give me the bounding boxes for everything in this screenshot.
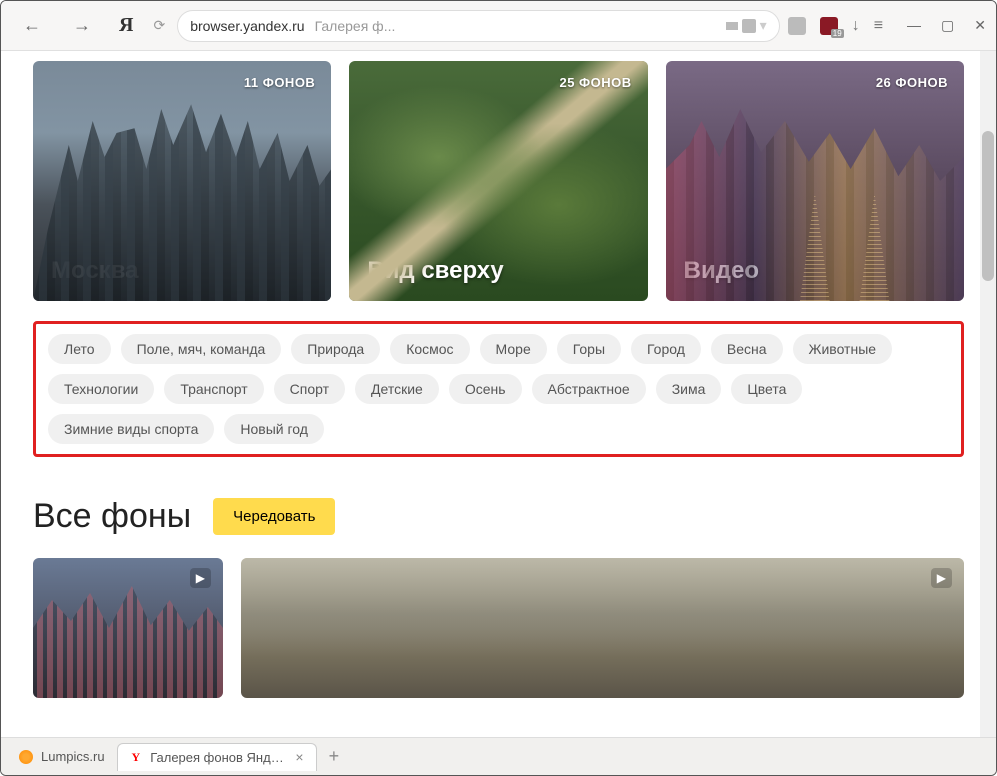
favicon-icon: Y — [130, 750, 143, 764]
tab-close-icon[interactable]: × — [295, 749, 303, 765]
yandex-logo-icon[interactable]: Я — [111, 14, 141, 37]
tag-pill[interactable]: Горы — [557, 334, 621, 364]
downloads-icon[interactable]: ↓ — [852, 17, 860, 35]
background-card[interactable]: ▶ — [241, 558, 964, 698]
category-card[interactable]: 26 ФОНОВ Видео — [666, 61, 964, 301]
tag-pill[interactable]: Новый год — [224, 414, 324, 444]
card-count-badge: 11 ФОНОВ — [244, 75, 315, 90]
extension-adblock-icon[interactable]: 19 — [820, 17, 838, 35]
tag-pill[interactable]: Город — [631, 334, 701, 364]
tag-pill[interactable]: Лето — [48, 334, 111, 364]
forward-button[interactable]: → — [61, 7, 103, 44]
back-button[interactable]: ← — [11, 7, 53, 44]
lock-icon — [742, 19, 756, 33]
tag-pill[interactable]: Транспорт — [164, 374, 263, 404]
tag-pill[interactable]: Спорт — [274, 374, 345, 404]
site-security[interactable]: ▾ — [726, 17, 767, 34]
maximize-button[interactable]: ▢ — [941, 17, 954, 34]
tag-pill[interactable]: Цвета — [731, 374, 802, 404]
tag-pill[interactable]: Технологии — [48, 374, 154, 404]
address-page-title: Галерея ф... — [315, 18, 396, 34]
tag-pill[interactable]: Зима — [656, 374, 722, 404]
tag-pill[interactable]: Весна — [711, 334, 783, 364]
tag-pill[interactable]: Детские — [355, 374, 439, 404]
browser-tab[interactable]: Y Галерея фонов Яндекс.Б × — [117, 743, 317, 771]
tag-pill[interactable]: Зимние виды спорта — [48, 414, 214, 444]
card-title: Видео — [666, 241, 964, 301]
tag-pill[interactable]: Природа — [291, 334, 380, 364]
browser-tab[interactable]: Lumpics.ru — [7, 743, 117, 771]
scrollbar[interactable] — [980, 51, 996, 737]
card-title: Вид сверху — [349, 241, 647, 301]
tag-pill[interactable]: Море — [480, 334, 547, 364]
favicon-icon — [19, 750, 33, 764]
address-domain: browser.yandex.ru — [190, 18, 304, 34]
extension-badge: 19 — [831, 29, 844, 38]
page-content: 11 ФОНОВ Москва25 ФОНОВ Вид сверху26 ФОН… — [1, 51, 996, 737]
card-count-badge: 25 ФОНОВ — [559, 75, 631, 90]
close-button[interactable]: ✕ — [974, 17, 986, 34]
tag-pill[interactable]: Осень — [449, 374, 522, 404]
tab-label: Lumpics.ru — [41, 749, 105, 764]
new-tab-button[interactable]: + — [317, 746, 352, 767]
card-count-badge: 26 ФОНОВ — [876, 75, 948, 90]
tab-label: Галерея фонов Яндекс.Б — [150, 750, 287, 765]
category-card[interactable]: 11 ФОНОВ Москва — [33, 61, 331, 301]
tag-pill[interactable]: Космос — [390, 334, 469, 364]
video-icon: ▶ — [190, 568, 211, 588]
extension-lastfm-icon[interactable] — [788, 17, 806, 35]
video-icon: ▶ — [931, 568, 952, 588]
tags-container: Лето Поле, мяч, команда Природа Космос Море Г… — [33, 321, 964, 457]
menu-icon[interactable]: ≡ — [874, 17, 883, 35]
section-title: Все фоны — [33, 497, 191, 536]
card-title: Москва — [33, 241, 331, 301]
shuffle-button[interactable]: Чередовать — [213, 498, 335, 535]
minimize-button[interactable]: — — [907, 17, 921, 34]
address-bar[interactable]: browser.yandex.ru Галерея ф... ▾ — [177, 10, 780, 42]
tag-pill[interactable]: Поле, мяч, команда — [121, 334, 282, 364]
category-card[interactable]: 25 ФОНОВ Вид сверху — [349, 61, 647, 301]
scrollbar-thumb[interactable] — [982, 131, 994, 281]
background-card[interactable]: ▶ — [33, 558, 223, 698]
tab-bar: Lumpics.ru Y Галерея фонов Яндекс.Б ×+ — [1, 737, 996, 775]
browser-toolbar: ← → Я ⟳ browser.yandex.ru Галерея ф... ▾… — [1, 1, 996, 51]
tag-pill[interactable]: Животные — [793, 334, 893, 364]
refresh-icon[interactable]: ⟳ — [149, 17, 169, 34]
tag-pill[interactable]: Абстрактное — [532, 374, 646, 404]
